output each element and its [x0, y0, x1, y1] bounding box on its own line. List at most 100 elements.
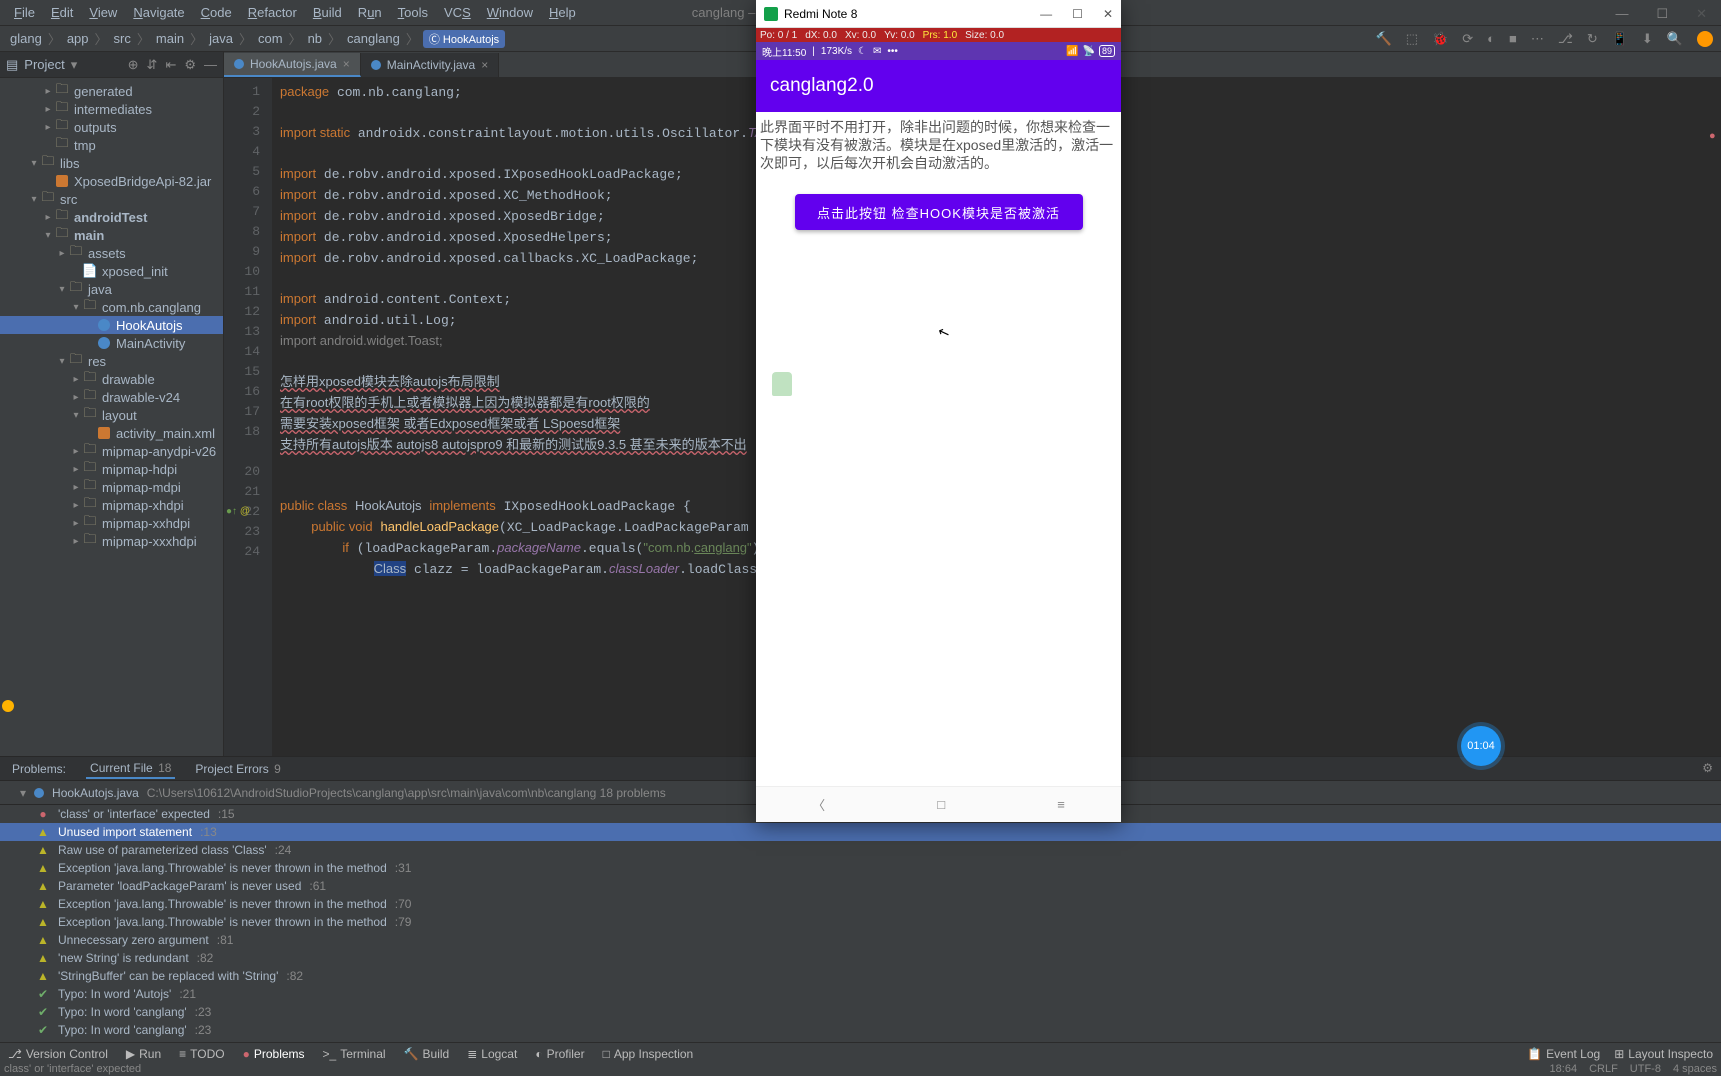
tw-app-inspection[interactable]: □ App Inspection	[603, 1047, 694, 1061]
tree-item-mipmap-anydpi-v26[interactable]: ▸🗀mipmap-anydpi-v26	[0, 442, 223, 460]
select-opened-icon[interactable]: ⊕	[128, 57, 139, 73]
tree-item-drawable[interactable]: ▸🗀drawable	[0, 370, 223, 388]
tw-run[interactable]: ▶ Run	[126, 1047, 161, 1061]
problem-row[interactable]: ▲Unnecessary zero argument :81	[0, 931, 1721, 949]
problem-row[interactable]: ▲Raw use of parameterized class 'Class' …	[0, 841, 1721, 859]
collapse-icon[interactable]: ⇤	[165, 57, 176, 73]
update-icon[interactable]: ↻	[1587, 31, 1598, 47]
tree-item-assets[interactable]: ▸🗀assets	[0, 244, 223, 262]
problem-row[interactable]: ✔Typo: In word 'canglang' :23	[0, 1003, 1721, 1021]
gutter[interactable]: 123456789101112131415161718 2021222324●↑…	[224, 78, 272, 852]
crumb-glang[interactable]: glang	[8, 31, 44, 46]
profile-icon[interactable]: ◐	[1487, 31, 1495, 46]
timer-bubble[interactable]: 01:04	[1461, 726, 1501, 766]
tree-item-mipmap-mdpi[interactable]: ▸🗀mipmap-mdpi	[0, 478, 223, 496]
hammer-icon[interactable]: 🔨	[1376, 31, 1392, 47]
tw-logcat[interactable]: ≣ Logcat	[467, 1047, 517, 1061]
problem-row[interactable]: ▲Unused import statement :13	[0, 823, 1721, 841]
tw-build[interactable]: 🔨 Build	[404, 1047, 450, 1061]
menu-help[interactable]: Help	[543, 3, 582, 22]
caret-pos[interactable]: 18:64	[1550, 1063, 1578, 1075]
tab-hookautojs[interactable]: HookAutojs.java ×	[224, 53, 361, 77]
tree-item-com-nb-canglang[interactable]: ▾🗀com.nb.canglang	[0, 298, 223, 316]
tree-item-hookautojs[interactable]: HookAutojs	[0, 316, 223, 334]
tw-event-log[interactable]: 📋 Event Log	[1527, 1047, 1600, 1061]
menu-vcs[interactable]: VCS	[438, 3, 477, 22]
ptab-project-errors[interactable]: Project Errors 9	[191, 760, 284, 778]
emu-close-icon[interactable]: ✕	[1103, 7, 1113, 21]
more-icon[interactable]: ⋯	[1531, 31, 1544, 47]
problem-row[interactable]: ▲Exception 'java.lang.Throwable' is neve…	[0, 859, 1721, 877]
tab-mainactivity[interactable]: MainActivity.java ×	[361, 53, 500, 77]
menu-window[interactable]: Window	[481, 3, 539, 22]
avd-icon[interactable]: 📱	[1612, 31, 1628, 47]
make-icon[interactable]: ⬚	[1406, 31, 1418, 47]
menu-run[interactable]: Run	[352, 3, 388, 22]
tw-profiler[interactable]: ◐ Profiler	[535, 1047, 584, 1061]
tree-item-intermediates[interactable]: ▸🗀intermediates	[0, 100, 223, 118]
menu-refactor[interactable]: Refactor	[242, 3, 303, 22]
crumb-app[interactable]: app	[65, 31, 91, 46]
recents-icon[interactable]: ≡	[1057, 797, 1065, 812]
menu-code[interactable]: Code	[195, 3, 238, 22]
problem-row[interactable]: ▲Parameter 'loadPackageParam' is never u…	[0, 877, 1721, 895]
tree-item-mipmap-hdpi[interactable]: ▸🗀mipmap-hdpi	[0, 460, 223, 478]
tree-item-mainactivity[interactable]: MainActivity	[0, 334, 223, 352]
tw-terminal[interactable]: >_ Terminal	[323, 1047, 386, 1061]
ide-minimize-icon[interactable]: —	[1609, 4, 1634, 24]
tree-item-main[interactable]: ▾🗀main	[0, 226, 223, 244]
crumb-com[interactable]: com	[256, 31, 285, 46]
project-dropdown-icon[interactable]: ▤	[6, 57, 18, 73]
problem-row[interactable]: ▲Exception 'java.lang.Throwable' is neve…	[0, 895, 1721, 913]
tree-item-xposedbridgeapi-82-jar[interactable]: XposedBridgeApi-82.jar	[0, 172, 223, 190]
menu-file[interactable]: File	[8, 3, 41, 22]
attach-icon[interactable]: ⟳	[1462, 31, 1473, 47]
problems-list[interactable]: ●'class' or 'interface' expected :15▲Unu…	[0, 805, 1721, 1046]
tree-item-java[interactable]: ▾🗀java	[0, 280, 223, 298]
search-icon[interactable]: 🔍	[1667, 31, 1683, 47]
crumb-java[interactable]: java	[207, 31, 235, 46]
tree-item-outputs[interactable]: ▸🗀outputs	[0, 118, 223, 136]
ptab-current-file[interactable]: Current File 18	[86, 759, 175, 779]
gear-icon[interactable]: ⚙	[1702, 761, 1713, 775]
crumb-canglang[interactable]: canglang	[345, 31, 402, 46]
tree-item-mipmap-xhdpi[interactable]: ▸🗀mipmap-xhdpi	[0, 496, 223, 514]
problem-row[interactable]: ▲'new String' is redundant :82	[0, 949, 1721, 967]
line-sep[interactable]: CRLF	[1589, 1063, 1618, 1075]
tw-problems[interactable]: ● Problems	[243, 1047, 305, 1061]
tree-item-mipmap-xxhdpi[interactable]: ▸🗀mipmap-xxhdpi	[0, 514, 223, 532]
check-hook-button[interactable]: 点击此按钮 检查HOOK模块是否被激活	[795, 194, 1083, 230]
tree-item-libs[interactable]: ▾🗀libs	[0, 154, 223, 172]
menu-build[interactable]: Build	[307, 3, 348, 22]
hide-icon[interactable]: —	[204, 57, 217, 73]
problem-row[interactable]: ✔Typo: In word 'canglang' :23	[0, 1021, 1721, 1039]
ide-maximize-icon[interactable]: ☐	[1650, 4, 1674, 24]
help-orb-icon[interactable]	[1697, 31, 1713, 47]
tree-item-res[interactable]: ▾🗀res	[0, 352, 223, 370]
menu-view[interactable]: View	[83, 3, 123, 22]
tree-item-src[interactable]: ▾🗀src	[0, 190, 223, 208]
home-icon[interactable]: □	[937, 797, 945, 812]
problem-row[interactable]: ▲Exception 'java.lang.Throwable' is neve…	[0, 913, 1721, 931]
emu-maximize-icon[interactable]: ☐	[1072, 7, 1083, 21]
tree-item-tmp[interactable]: 🗀tmp	[0, 136, 223, 154]
project-tree[interactable]: ▸🗀generated▸🗀intermediates▸🗀outputs🗀tmp▾…	[0, 78, 223, 554]
tree-item-drawable-v24[interactable]: ▸🗀drawable-v24	[0, 388, 223, 406]
tree-item-xposed-init[interactable]: 📄xposed_init	[0, 262, 223, 280]
tree-item-layout[interactable]: ▾🗀layout	[0, 406, 223, 424]
problem-row[interactable]: ▲'StringBuffer' can be replaced with 'St…	[0, 967, 1721, 985]
tree-item-androidtest[interactable]: ▸🗀androidTest	[0, 208, 223, 226]
ptab-problems[interactable]: Problems:	[8, 760, 70, 778]
emu-minimize-icon[interactable]: —	[1040, 7, 1052, 21]
close-tab-icon[interactable]: ×	[343, 57, 350, 71]
problem-row[interactable]: ✔Typo: In word 'Autojs' :21	[0, 985, 1721, 1003]
crumb-src[interactable]: src	[112, 31, 133, 46]
emulator-titlebar[interactable]: Redmi Note 8 — ☐ ✕	[756, 0, 1121, 28]
stop-icon[interactable]: ■	[1509, 31, 1517, 46]
git-icon[interactable]: ⎇	[1558, 31, 1573, 47]
crumb-nb[interactable]: nb	[306, 31, 324, 46]
menu-edit[interactable]: Edit	[45, 3, 79, 22]
encoding[interactable]: UTF-8	[1630, 1063, 1661, 1075]
tw-layout-inspector[interactable]: ⊞ Layout Inspecto	[1614, 1047, 1713, 1061]
tree-item-generated[interactable]: ▸🗀generated	[0, 82, 223, 100]
